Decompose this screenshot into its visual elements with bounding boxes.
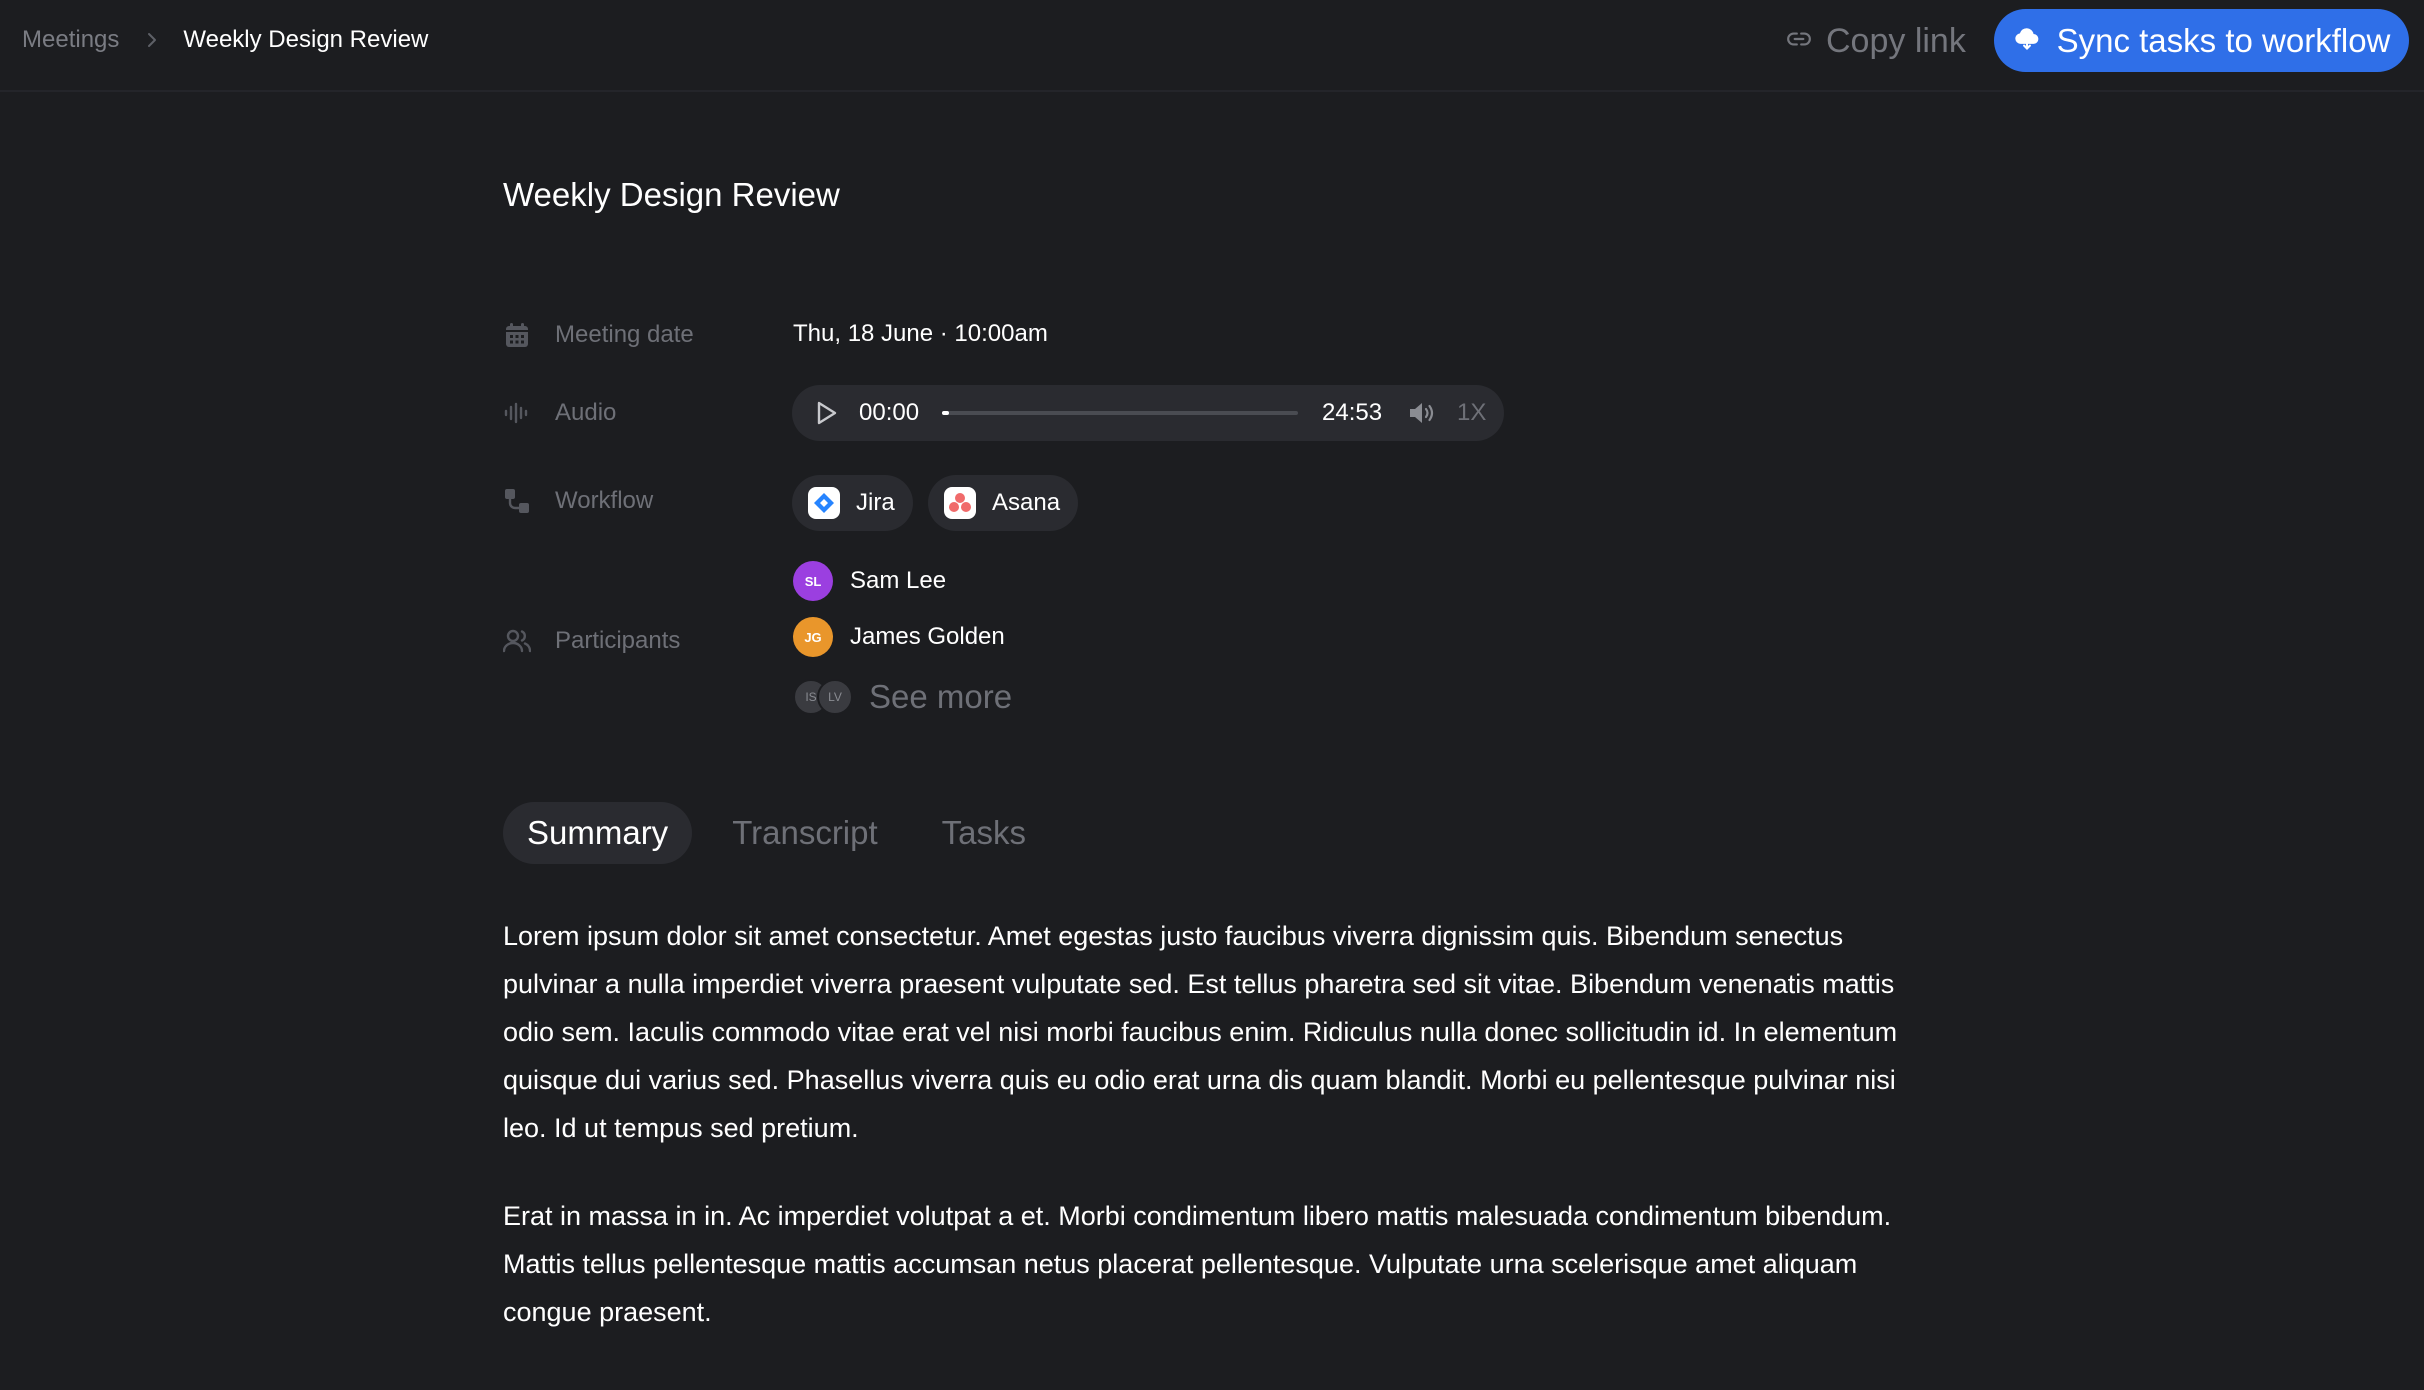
tab-transcript[interactable]: Transcript — [732, 802, 877, 864]
audio-label-text: Audio — [555, 399, 617, 426]
top-bar: Meetings Weekly Design Review Copy link … — [0, 0, 2424, 92]
workflow-chip-jira[interactable]: Jira — [792, 475, 913, 531]
avatar: JG — [793, 617, 833, 657]
playback-speed-button[interactable]: 1X — [1457, 399, 1486, 427]
users-icon — [503, 627, 531, 655]
workflow-chip-label: Jira — [856, 489, 895, 516]
audio-total-time: 24:53 — [1322, 399, 1383, 426]
meeting-date-label-text: Meeting date — [555, 321, 694, 348]
participants-label-text: Participants — [555, 627, 681, 654]
meeting-date-label: Meeting date — [503, 315, 694, 355]
breadcrumb-meetings-link[interactable]: Meetings — [22, 26, 119, 54]
tab-bar: Summary Transcript Tasks — [503, 802, 1026, 864]
audio-label: Audio — [503, 393, 616, 433]
tab-tasks[interactable]: Tasks — [942, 802, 1026, 864]
volume-icon[interactable] — [1406, 398, 1436, 428]
summary-paragraph: Erat in massa in in. Ac imperdiet volutp… — [503, 1201, 1892, 1327]
participant-name: James Golden — [850, 623, 1005, 650]
jira-logo-icon — [808, 487, 840, 519]
sync-tasks-label: Sync tasks to workflow — [2056, 21, 2391, 59]
workflow-label-text: Workflow — [555, 487, 654, 514]
copy-link-label: Copy link — [1826, 21, 1966, 60]
workflow-icon — [503, 487, 531, 515]
summary-content: Lorem ipsum dolor sit amet consectetur. … — [503, 912, 1923, 1376]
meeting-date-value: Thu, 18 June · 10:00am — [793, 320, 1048, 347]
tab-summary[interactable]: Summary — [503, 802, 693, 864]
asana-logo-icon — [944, 487, 976, 519]
copy-link-button[interactable]: Copy link — [1786, 12, 1966, 70]
breadcrumb-current: Weekly Design Review — [183, 26, 429, 53]
link-icon — [1786, 22, 1812, 61]
participant-name: Sam Lee — [850, 567, 947, 594]
summary-paragraph: Lorem ipsum dolor sit amet consectetur. … — [503, 921, 1898, 1143]
cloud-sync-icon — [2013, 22, 2041, 60]
audio-current-time: 00:00 — [859, 399, 920, 426]
see-more-participants-button[interactable]: IS LV See more — [793, 677, 1012, 717]
workflow-chip-label: Asana — [992, 489, 1061, 516]
participants-label: Participants — [503, 621, 680, 661]
audio-progress-bar[interactable] — [942, 411, 1298, 415]
avatar: SL — [793, 561, 833, 601]
see-more-label: See more — [869, 678, 1013, 715]
workflow-chip-asana[interactable]: Asana — [928, 475, 1079, 531]
calendar-icon — [503, 321, 531, 349]
page-title: Weekly Design Review — [503, 176, 840, 213]
participant-item: SL Sam Lee — [793, 561, 946, 601]
breadcrumb: Meetings Weekly Design Review — [22, 0, 428, 80]
chevron-right-icon — [147, 32, 157, 48]
audio-progress-fill — [942, 411, 950, 415]
workflow-label: Workflow — [503, 481, 653, 521]
waveform-icon — [503, 399, 531, 427]
sync-tasks-button[interactable]: Sync tasks to workflow — [1994, 9, 2409, 72]
audio-player: 00:00 24:53 1X — [792, 385, 1504, 441]
participant-item: JG James Golden — [793, 617, 1005, 657]
play-icon[interactable] — [812, 399, 840, 427]
avatar: LV — [817, 679, 853, 715]
